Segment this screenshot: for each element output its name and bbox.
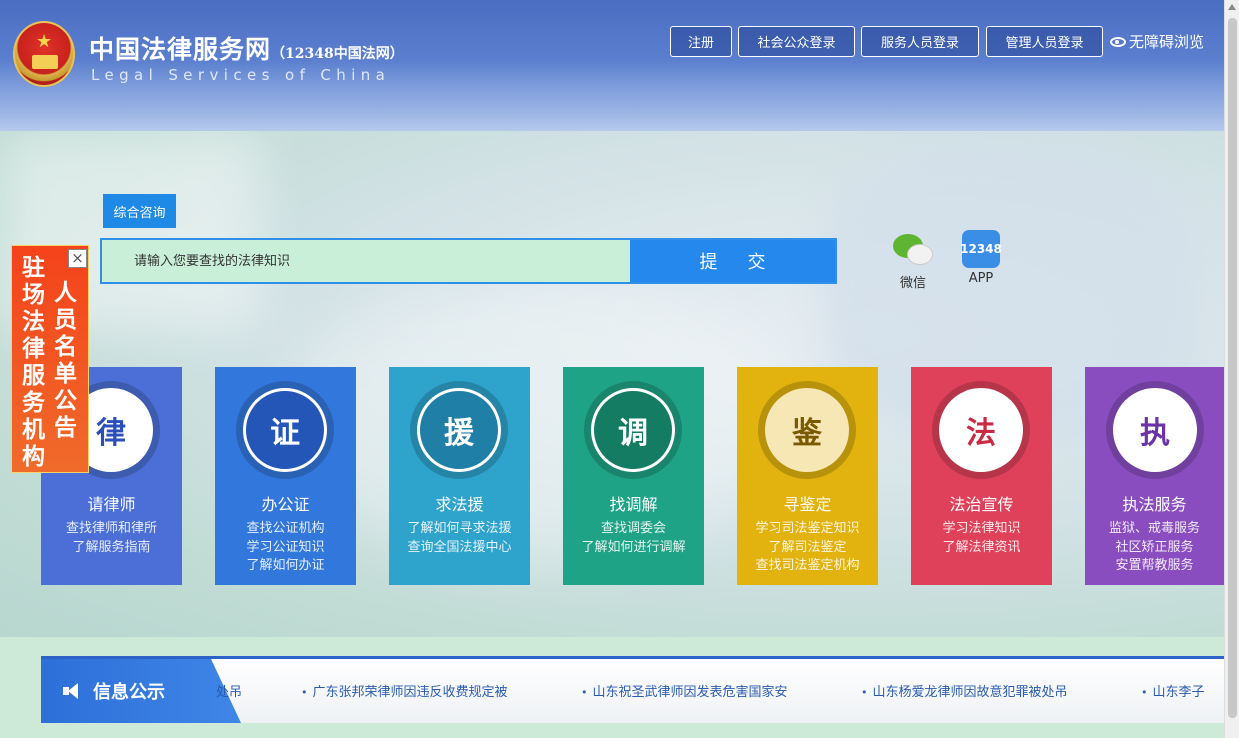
banner-close-icon[interactable]: × [68,249,87,268]
card-forensic-appraisal[interactable]: 鉴 寻鉴定 学习司法鉴定知识 了解司法鉴定 查找司法鉴定机构 [737,367,878,585]
admin-login-button[interactable]: 管理人员登录 [986,26,1103,57]
card-description: 学习司法鉴定知识 了解司法鉴定 查找司法鉴定机构 [737,520,878,576]
info-title-label: 信息公示 [93,682,165,703]
card-line: 社区矫正服务 [1115,539,1194,555]
site-title[interactable]: 中国法律服务网（12348中国法网） [89,30,404,66]
card-legal-aid[interactable]: 援 求法援 了解如何寻求法援 查询全国法援中心 [389,367,530,585]
app-icon: 12348 [960,230,1002,268]
card-line: 了解司法鉴定 [768,539,847,555]
banner-text-col1: 驻场法律服务机构 [22,254,45,470]
accessibility-label: 无障碍浏览 [1129,33,1205,51]
news-item-text: 处吊 [216,685,243,700]
card-title: 办公证 [261,495,310,514]
site-title-main: 中国法律服务网 [89,35,272,64]
card-line: 查询全国法援中心 [407,539,512,555]
card-line: 查找律师和律所 [65,521,157,536]
card-line: 学习司法鉴定知识 [755,521,860,536]
card-title: 求法援 [435,495,484,514]
card-line: 查找调委会 [600,521,666,536]
card-line: 了解如何进行调解 [581,539,686,555]
card-description: 查找公证机构 学习公证知识 了解如何办证 [215,520,356,576]
tab-comprehensive-consult[interactable]: 综合咨询 [103,194,176,228]
scrollbar-thumb[interactable] [1228,18,1237,718]
scroll-up-icon[interactable] [1228,4,1236,10]
national-emblem-icon[interactable]: ★ [13,21,75,87]
page-scrollbar[interactable] [1224,0,1239,738]
card-law-enforcement[interactable]: 执 执法服务 监狱、戒毒服务 社区矫正服务 安置帮教服务 [1085,367,1224,585]
search-submit-button[interactable]: 提交 [630,240,835,282]
card-line: 安置帮教服务 [1115,558,1194,573]
card-notary[interactable]: 证 办公证 查找公证机构 学习公证知识 了解如何办证 [215,367,356,585]
card-line: 查找公证机构 [246,521,325,536]
notary-icon: 证 [243,388,327,472]
forensic-appraisal-icon: 鉴 [765,388,849,472]
accessibility-link[interactable]: 无障碍浏览 [1110,31,1204,52]
app-label: APP [968,271,994,286]
news-item-text: 山东李子 [1152,685,1205,700]
search-bar: 提交 [100,238,837,284]
card-description: 查找调委会 了解如何进行调解 [563,520,704,557]
site-header: ★ 中国法律服务网（12348中国法网） Legal Services of C… [0,0,1224,131]
public-login-button[interactable]: 社会公众登录 [738,26,855,57]
card-icon-ring: 调 [584,381,682,479]
speaker-icon [63,683,81,699]
service-login-button[interactable]: 服务人员登录 [861,26,979,57]
wechat-label: 微信 [899,276,926,291]
news-item[interactable]: • 山东李子 [1141,681,1205,700]
banner-text-col2: 人员名单公告 [54,279,77,441]
app-qr-link[interactable]: 12348 APP [960,230,1002,286]
card-icon-ring: 执 [1106,381,1204,479]
rule-of-law-icon: 法 [939,388,1023,472]
legal-aid-icon: 援 [417,388,501,472]
news-item[interactable]: • 山东祝圣武律师因发表危害国家安 [581,681,788,700]
card-title: 寻鉴定 [783,495,832,514]
register-button[interactable]: 注册 [670,26,732,57]
card-description: 监狱、戒毒服务 社区矫正服务 安置帮教服务 [1085,520,1224,576]
card-description: 了解如何寻求法援 查询全国法援中心 [389,520,530,557]
card-icon-ring: 援 [410,381,508,479]
news-item-text: 山东祝圣武律师因发表危害国家安 [592,685,788,700]
news-item[interactable]: • 广东张邦荣律师因违反收费规定被 [301,681,508,700]
card-line: 了解如何寻求法援 [407,521,512,536]
card-line: 了解法律资讯 [942,539,1021,555]
info-title: 信息公示 [41,659,241,723]
news-item[interactable]: 处吊 [216,681,242,700]
wechat-icon [891,232,935,268]
card-icon-ring: 法 [932,381,1030,479]
news-item[interactable]: • 山东杨爱龙律师因故意犯罪被处吊 [861,681,1068,700]
card-line: 了解服务指南 [72,539,151,555]
card-mediation[interactable]: 调 找调解 查找调委会 了解如何进行调解 [563,367,704,585]
card-rule-of-law-promotion[interactable]: 法 法治宣传 学习法律知识 了解法律资讯 [911,367,1052,585]
card-title: 请律师 [87,495,136,514]
card-title: 法治宣传 [949,495,1014,514]
site-subtitle-en: Legal Services of China [91,66,391,84]
search-input[interactable] [102,240,632,282]
news-item-text: 山东杨爱龙律师因故意犯罪被处吊 [872,685,1068,700]
card-line: 监狱、戒毒服务 [1108,521,1200,536]
info-ticker: 信息公示 处吊 • 广东张邦荣律师因违反收费规定被 • 山东祝圣武律师因发表危害国家… [41,656,1224,723]
card-line: 学习法律知识 [942,521,1021,536]
news-item-text: 广东张邦荣律师因违反收费规定被 [312,685,508,700]
card-description: 学习法律知识 了解法律资讯 [911,520,1052,557]
card-line: 了解如何办证 [246,558,325,573]
card-title: 找调解 [609,495,658,514]
mediation-icon: 调 [591,388,675,472]
card-description: 查找律师和律所 了解服务指南 [41,520,182,557]
announcement-banner[interactable]: 驻场法律服务机构 人员名单公告 [11,245,89,473]
card-title: 执法服务 [1122,495,1187,514]
law-enforcement-icon: 执 [1113,388,1197,472]
card-icon-ring: 鉴 [758,381,856,479]
site-title-sub: （12348中国法网） [271,46,404,62]
card-line: 查找司法鉴定机构 [755,558,860,573]
eye-icon [1110,36,1126,47]
card-line: 学习公证知识 [246,539,325,555]
card-icon-ring: 证 [236,381,334,479]
wechat-qr-link[interactable]: 微信 [890,232,936,291]
